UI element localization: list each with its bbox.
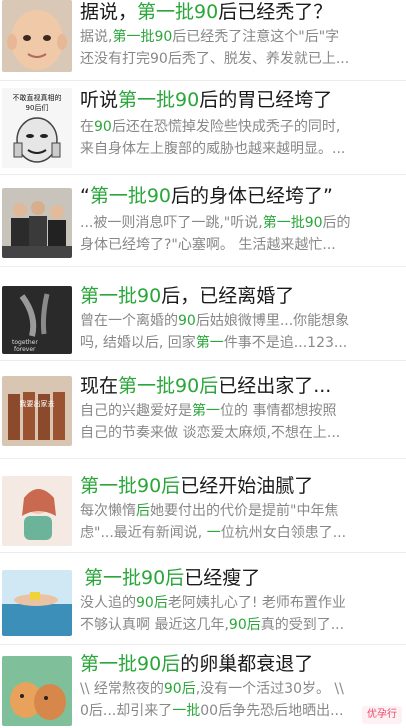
hands-photo-image: together forever (2, 286, 72, 354)
article-snippet: 据说,第一批90后已经秃了注意这个"后"字 还没有打完90后秃了、脱发、养发就已… (80, 29, 350, 67)
article-snippet: 在90后还在恐慌掉发险些快成秃子的同时, 来自身体左上腹部的威胁也越来越明显。.… (80, 119, 346, 157)
article-thumbnail-robes: 我要出家去 (2, 376, 72, 446)
monks-photo-image: 我要出家去 (2, 376, 72, 446)
article-title[interactable]: 第一批90后已经瘦了 (84, 566, 260, 590)
meme-caption: 不敢直视真相的 (13, 93, 62, 102)
article-item[interactable]: 我要出家去 现在第一批90后已经出家了... 自己的兴趣爱好是第一位的 事情都想… (0, 362, 406, 456)
divider (0, 552, 406, 553)
article-title[interactable]: 现在第一批90后已经出家了... (80, 374, 331, 398)
divider (0, 360, 406, 361)
meme-face-image: 不敢直视真相的 90后们 (2, 88, 72, 168)
article-item[interactable]: together forever 第一批90后，已经离婚了 曾在一个离婚的90后… (0, 268, 406, 360)
article-title[interactable]: 听说第一批90后的胃已经垮了 (80, 88, 332, 112)
article-thumbnail-cartoon (2, 656, 72, 726)
cartoon-image (2, 656, 72, 726)
svg-text:forever: forever (14, 346, 36, 353)
article-snippet: 每次懒惰后她要付出的代价是提前"中年焦 虑"...最近有新闻说, 一位杭州女白领… (80, 503, 347, 541)
beach-photo-image (2, 570, 72, 636)
photo-caption: together (12, 339, 38, 346)
article-title[interactable]: 第一批90后已经开始油腻了 (80, 474, 313, 498)
group-photo-image (2, 188, 72, 258)
article-item[interactable]: 第一批90后的卵巢都衰退了 \\ 经常熬夜的90后,没有一个活过30岁。 \\ … (0, 646, 406, 728)
photo-caption: 我要出家去 (20, 399, 55, 408)
article-snippet: 没人追的90后老阿姨扎心了! 老师布置作业 不够认真啊 最近这几年,90后真的受… (80, 595, 346, 633)
article-item[interactable]: 第一批90后已经瘦了 没人追的90后老阿姨扎心了! 老师布置作业 不够认真啊 最… (0, 554, 406, 644)
baby-face-image (2, 0, 72, 72)
article-item[interactable]: “第一批90后的身体已经垮了” ...被一则消息吓了一跳,"听说,第一批90后的… (0, 176, 406, 266)
article-title[interactable]: “第一批90后的身体已经垮了” (80, 184, 333, 208)
article-title[interactable]: 第一批90后，已经离婚了 (80, 284, 294, 308)
article-thumbnail-people (2, 188, 72, 258)
article-title[interactable]: 据说，第一批90后已经秃了？ (80, 0, 332, 24)
woman-illustration-image (2, 476, 72, 546)
watermark-logo: 优孕行 (362, 706, 402, 724)
divider (0, 458, 406, 459)
article-thumbnail-beach (2, 570, 72, 636)
divider (0, 266, 406, 267)
svg-text:90后们: 90后们 (26, 103, 49, 112)
divider (0, 174, 406, 175)
article-snippet: ...被一则消息吓了一跳,"听说,第一批90后的 身体已经垮了?"心塞啊。 生活… (80, 215, 351, 253)
article-title[interactable]: 第一批90后的卵巢都衰退了 (80, 652, 313, 676)
article-item[interactable]: 第一批90后已经开始油腻了 每次懒惰后她要付出的代价是提前"中年焦 虑"...最… (0, 460, 406, 552)
article-snippet: \\ 经常熬夜的90后,没有一个活过30岁。 \\ 0后...却引来了一批00后… (80, 681, 344, 719)
divider (0, 80, 406, 81)
article-item[interactable]: 据说，第一批90后已经秃了？ 据说,第一批90后已经秃了注意这个"后"字 还没有… (0, 0, 406, 80)
article-thumbnail-baby (2, 0, 72, 72)
article-thumbnail-hands: together forever (2, 286, 72, 354)
article-item[interactable]: 不敢直视真相的 90后们 听说第一批90后的胃已经垮了 在90后还在恐慌掉发险些… (0, 82, 406, 174)
divider (0, 644, 406, 645)
article-snippet: 曾在一个离婚的90后姑娘微博里...你能想象 吗, 结婚以后, 回家第一件事不是… (80, 313, 350, 351)
article-thumbnail-illustration (2, 476, 72, 546)
article-thumbnail-meme: 不敢直视真相的 90后们 (2, 88, 72, 168)
article-snippet: 自己的兴趣爱好是第一位的 事情都想按照 自己的节奏来做 谈恋爱太麻烦,不想在上.… (80, 403, 341, 441)
